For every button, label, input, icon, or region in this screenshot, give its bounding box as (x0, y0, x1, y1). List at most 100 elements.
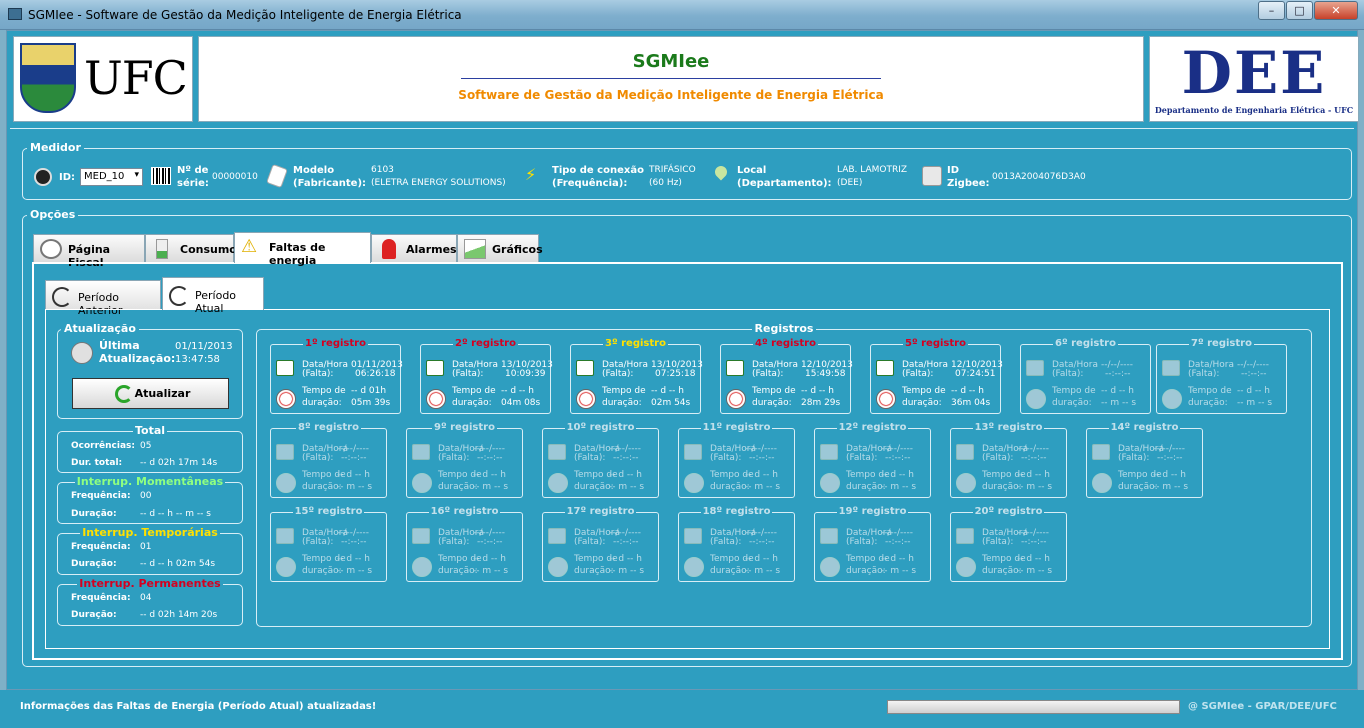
tempo-label-2: duração: (438, 482, 478, 492)
update-time: 13:47:58 (175, 354, 220, 365)
stopwatch-icon (820, 557, 840, 577)
stopwatch-icon (576, 389, 596, 409)
registro-time: 10:09:39 (505, 369, 546, 379)
gauge-icon (40, 239, 62, 259)
permanentes-title: Interrup. Permanentes (77, 577, 223, 590)
datahora-label-2: (Falta): (752, 369, 784, 379)
registro-title: 19º registro (836, 506, 909, 517)
maximize-button[interactable]: □ (1286, 1, 1313, 20)
registro-dur-2: -- m -- s (1017, 482, 1053, 492)
perm-dur-label: Duração: (71, 610, 117, 620)
registro-dur-2: -- m -- s (609, 566, 645, 576)
calendar-clock-icon (276, 444, 294, 460)
wireless-icon (922, 166, 942, 186)
calendar-clock-icon (548, 528, 566, 544)
stopwatch-icon (1026, 389, 1046, 409)
tab-faltas-de-energia[interactable]: ⚠ Faltas de energia (234, 232, 371, 267)
title-bar[interactable]: SGMIee - Software de Gestão da Medição I… (0, 0, 1364, 30)
stopwatch-icon (684, 473, 704, 493)
calendar-clock-icon (956, 528, 974, 544)
ufc-text: UFC (84, 51, 188, 105)
serie-value: 00000010 (212, 172, 258, 182)
ufc-crest-icon (20, 43, 76, 113)
header: UFC SGMIee Software de Gestão da Medição… (13, 36, 1359, 124)
registro-time: 06:26:18 (355, 369, 396, 379)
registro-title: 9º registro (432, 422, 497, 433)
temp-dur-label: Duração: (71, 559, 117, 569)
registro-title: 3º registro (603, 338, 668, 349)
momentaneas-title: Interrup. Momentâneas (74, 475, 226, 488)
mom-freq-label: Frequência: (71, 491, 131, 501)
tab-graficos[interactable]: Gráficos (457, 234, 543, 262)
serie-label-1: Nº de (177, 165, 209, 176)
meter-id-select[interactable]: MED_10 ▾ (80, 168, 143, 186)
registro-title: 6º registro (1053, 338, 1118, 349)
minimize-button[interactable]: – (1258, 1, 1285, 20)
warning-icon: ⚠ (241, 236, 258, 257)
conexao-label-2: (Frequência): (552, 178, 628, 189)
status-bar: Informações das Faltas de Energia (Perío… (0, 690, 1364, 728)
tempo-label-2: duração: (1188, 398, 1228, 408)
meter-icon (34, 168, 52, 186)
datahora-label-2: (Falta): (302, 537, 334, 547)
tempo-label-2: duração: (438, 566, 478, 576)
registro-card: 7º registro Data/Hora (Falta): Tempo de dura… (1156, 338, 1287, 414)
datahora-label-2: (Falta): (574, 453, 606, 463)
tab-consumo[interactable]: Consumo (145, 234, 237, 262)
local-value-1: LAB. LAMOTRIZ (837, 165, 908, 175)
atualizar-button[interactable]: Atualizar (72, 378, 229, 409)
stopwatch-icon (1162, 389, 1182, 409)
stopwatch-icon (548, 473, 568, 493)
tab-pagina-fiscal[interactable]: Página Fiscal (33, 234, 145, 269)
registro-time: --:--:-- (477, 453, 503, 463)
subtab-periodo-anterior[interactable]: Período Anterior (45, 280, 161, 317)
datahora-label-2: (Falta): (710, 453, 742, 463)
registro-time: --:--:-- (613, 537, 639, 547)
calendar-clock-icon (1026, 360, 1044, 376)
stopwatch-icon (426, 389, 446, 409)
update-date: 01/11/2013 (175, 341, 233, 352)
calendar-clock-icon (426, 360, 444, 376)
local-value-2: (DEE) (837, 178, 863, 188)
registro-title: 17º registro (564, 506, 637, 517)
registro-card: 13º registro Data/Hora (Falta): Tempo de dur… (950, 422, 1067, 498)
id-label: ID: (59, 172, 76, 183)
mom-dur-label: Duração: (71, 509, 117, 519)
datahora-label-2: (Falta): (1118, 453, 1150, 463)
registro-card: 18º registro Data/Hora (Falta): Tempo de dur… (678, 506, 795, 582)
registro-card: 6º registro Data/Hora (Falta): Tempo de dura… (1020, 338, 1151, 414)
datahora-label-2: (Falta): (452, 369, 484, 379)
tempo-label-2: duração: (574, 566, 614, 576)
registro-title: 11º registro (700, 422, 773, 433)
tempo-label-2: duração: (902, 398, 942, 408)
close-button[interactable]: ✕ (1314, 1, 1358, 20)
registro-title: 12º registro (836, 422, 909, 433)
datahora-label-2: (Falta): (438, 537, 470, 547)
registro-card: 15º registro Data/Hora (Falta): Tempo de dur… (270, 506, 387, 582)
refresh-icon (169, 286, 189, 306)
datahora-label-2: (Falta): (438, 453, 470, 463)
datahora-label-2: (Falta): (846, 537, 878, 547)
serie-label-2: série: (177, 178, 209, 189)
subtab-periodo-atual[interactable]: Período Atual (162, 277, 264, 315)
app-subtitle: Software de Gestão da Medição Inteligent… (458, 88, 884, 102)
chevron-down-icon[interactable]: ▾ (134, 170, 139, 180)
registro-time: --:--:-- (885, 453, 911, 463)
datahora-label-2: (Falta): (846, 453, 878, 463)
registro-dur-2: -- m -- s (1101, 398, 1137, 408)
tempo-label-2: duração: (602, 398, 642, 408)
ocorrencias-value: 05 (140, 441, 152, 451)
opcoes-title: Opções (27, 208, 79, 221)
registro-title: 2º registro (453, 338, 518, 349)
zigbee-label-1: ID (947, 165, 960, 176)
modelo-value-2: (ELETRA ENERGY SOLUTIONS) (371, 178, 506, 188)
registros-title: Registros (751, 322, 817, 335)
window-title: SGMIee - Software de Gestão da Medição I… (28, 8, 462, 22)
registro-title: 1º registro (303, 338, 368, 349)
app-banner: SGMIee Software de Gestão da Medição Int… (198, 36, 1144, 122)
datahora-label-2: (Falta): (902, 369, 934, 379)
meter-id-value: MED_10 (84, 171, 125, 182)
tab-alarmes[interactable]: Alarmes (371, 234, 457, 262)
registro-dur-2: 36m 04s (951, 398, 991, 408)
datahora-label-2: (Falta): (982, 537, 1014, 547)
